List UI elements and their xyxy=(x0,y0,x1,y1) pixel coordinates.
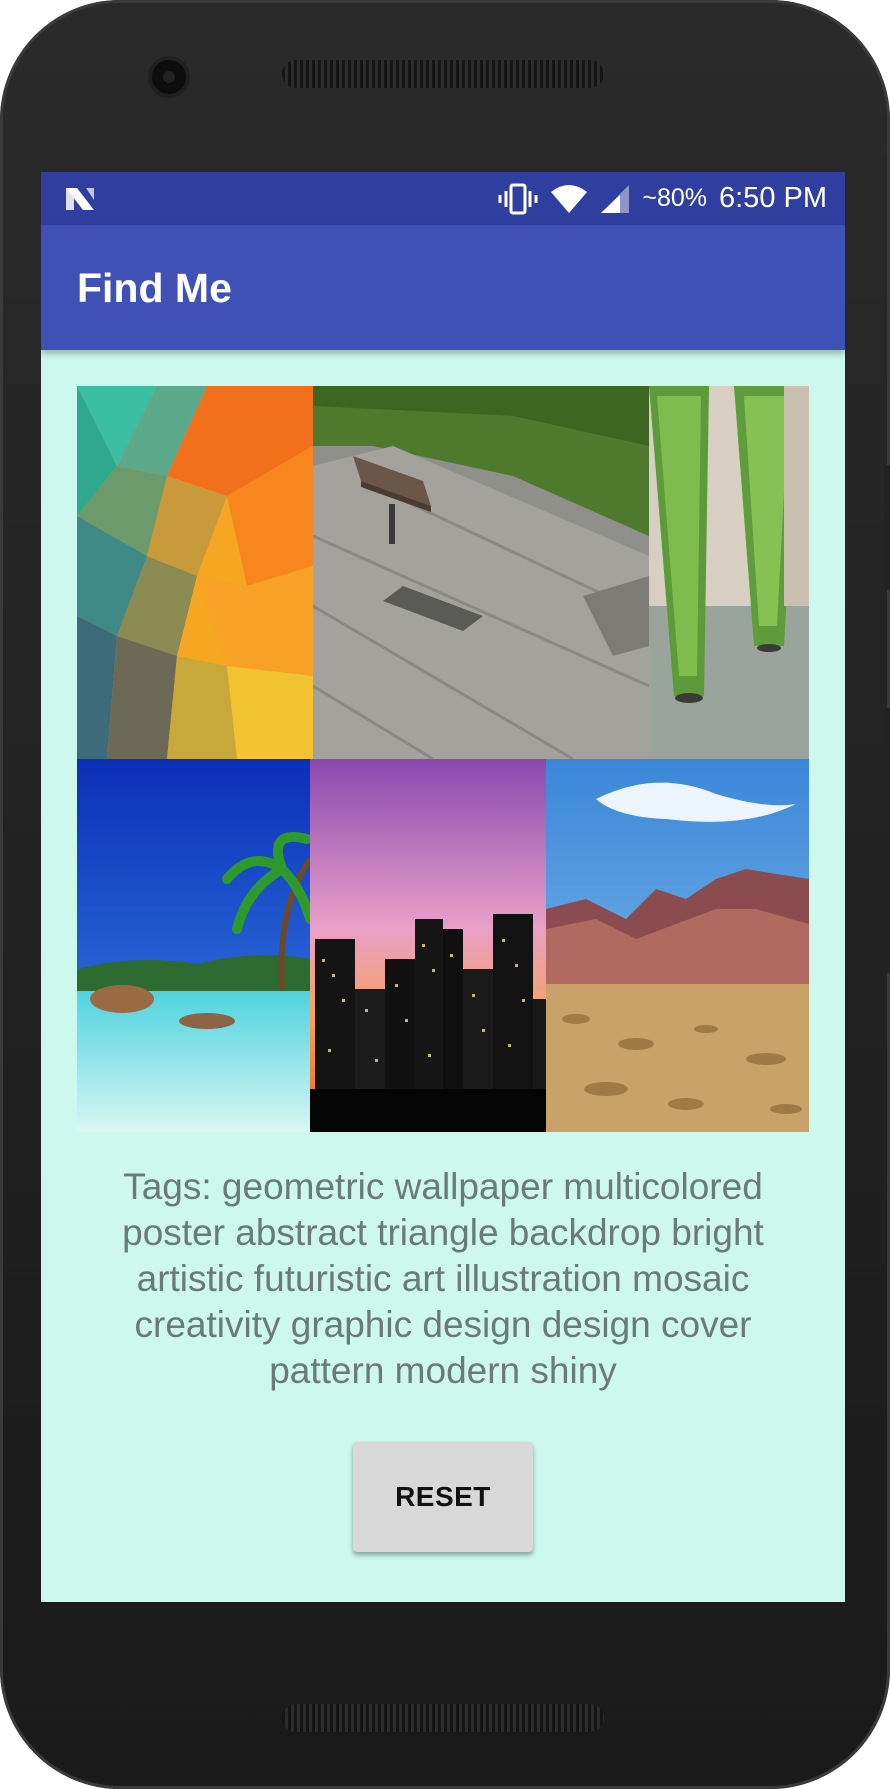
android-n-icon xyxy=(66,188,94,210)
status-icons: ~80% 6:50 PM xyxy=(498,172,827,225)
battery-level: ~80% xyxy=(642,184,707,212)
phone-frame: ~80% 6:50 PM Find Me Tags: geometric wal… xyxy=(0,0,890,1789)
front-camera xyxy=(148,56,190,98)
screen: ~80% 6:50 PM Find Me Tags: geometric wal… xyxy=(41,172,845,1602)
desert-mountains-art xyxy=(546,759,809,1132)
reset-button[interactable]: RESET xyxy=(353,1442,533,1552)
tropical-beach-art xyxy=(77,759,310,1132)
geometric-wallpaper-image[interactable] xyxy=(77,386,313,759)
bottom-speaker xyxy=(282,1704,604,1732)
vibrate-icon xyxy=(498,183,538,214)
city-skyline-image[interactable] xyxy=(310,759,546,1132)
geometric-wallpaper-art xyxy=(77,386,313,759)
clock: 6:50 PM xyxy=(719,182,827,214)
park-bench-image[interactable] xyxy=(313,386,649,759)
city-skyline-art xyxy=(310,759,546,1132)
desert-mountains-image[interactable] xyxy=(546,759,809,1132)
plant-columns-art xyxy=(649,386,809,759)
app-bar: Find Me xyxy=(41,225,845,350)
park-bench-art xyxy=(313,386,649,759)
status-bar: ~80% 6:50 PM xyxy=(41,172,845,225)
signal-icon xyxy=(601,184,630,213)
wifi-icon xyxy=(551,184,588,213)
power-button xyxy=(884,465,890,590)
tropical-beach-image[interactable] xyxy=(77,759,310,1132)
app-title: Find Me xyxy=(77,265,232,311)
volume-button xyxy=(884,708,890,973)
top-speaker xyxy=(282,60,604,88)
tags-text: Tags: geometric wallpaper multicolored p… xyxy=(122,1166,764,1391)
plant-columns-image[interactable] xyxy=(649,386,809,759)
